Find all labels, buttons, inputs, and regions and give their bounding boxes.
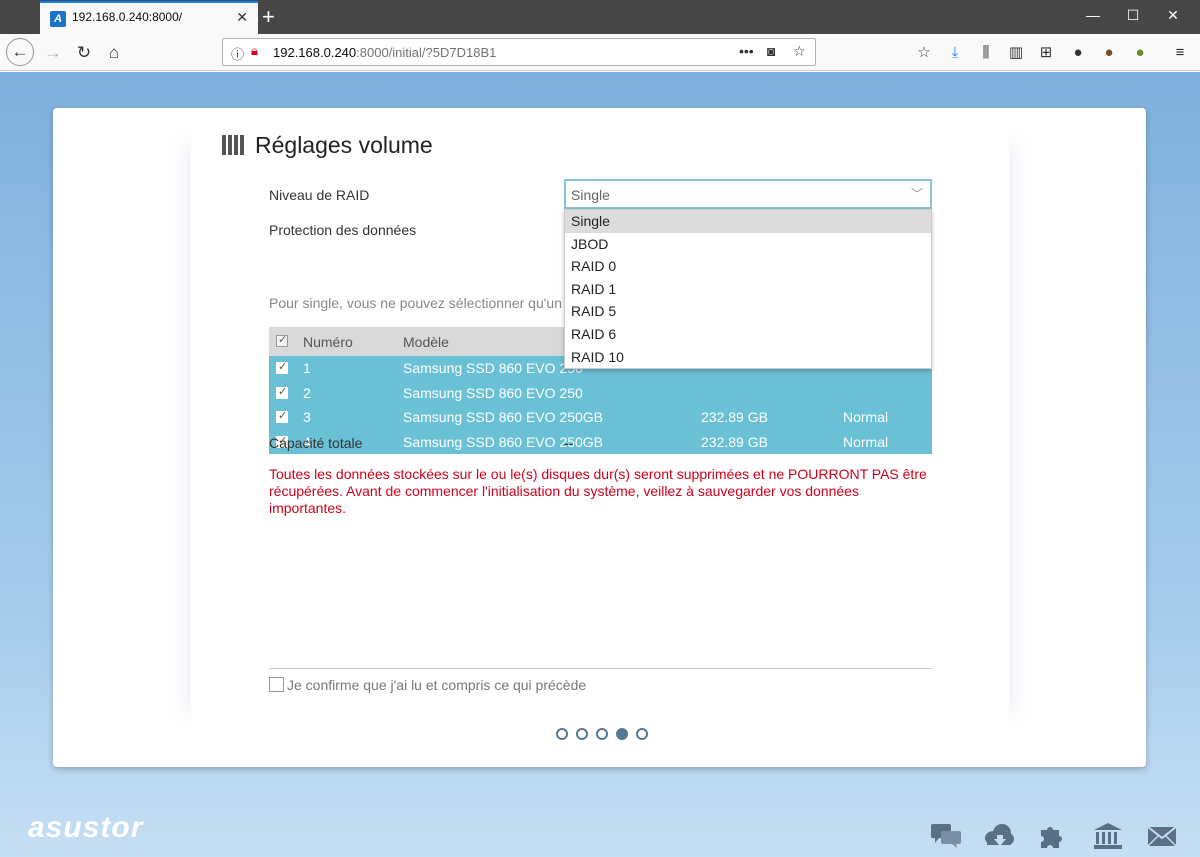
disk-size: 232.89 GB — [701, 433, 768, 450]
disk-checkbox[interactable] — [276, 385, 288, 399]
disk-checkbox[interactable] — [276, 360, 288, 374]
raid-option-jbod[interactable]: JBOD — [565, 233, 931, 256]
minimize-icon[interactable]: — — [1083, 7, 1103, 23]
step-dot[interactable] — [556, 728, 568, 740]
warning-line: récupérées. Avant de commencer l'initial… — [269, 483, 859, 516]
confirm-checkbox[interactable] — [269, 677, 284, 692]
disk-checkbox[interactable] — [276, 409, 288, 423]
new-tab-icon[interactable]: + — [262, 4, 275, 30]
disk-number: 2 — [303, 384, 311, 401]
browser-navbar: ← → ↻ ⌂ ⓘ 🔒︎ 192.168.0.240:8000/initial/… — [0, 34, 1200, 71]
step-indicator — [556, 728, 648, 740]
raid-option-raid1[interactable]: RAID 1 — [565, 278, 931, 301]
sidebar-icon[interactable]: ▥ — [1006, 43, 1026, 63]
more-icon[interactable]: ••• — [739, 43, 754, 59]
extension-icon[interactable]: ● — [1068, 43, 1088, 63]
browser-titlebar: A 192.168.0.240:8000/ ✕ + — ☐ ✕ — [0, 0, 1200, 34]
cloud-download-icon[interactable] — [983, 822, 1015, 850]
info-icon[interactable]: ⓘ — [231, 44, 244, 63]
raid-level-label: Niveau de RAID — [269, 187, 370, 203]
raid-option-raid6[interactable]: RAID 6 — [565, 323, 931, 346]
raid-option-raid0[interactable]: RAID 0 — [565, 255, 931, 278]
disk-status: Normal — [843, 409, 889, 425]
table-row[interactable]: 2 Samsung SSD 860 EVO 250 — [269, 380, 932, 405]
page-title: Réglages volume — [255, 132, 433, 158]
back-icon[interactable]: ← — [6, 38, 34, 66]
url-host: 192.168.0.240 — [273, 45, 357, 60]
step-dot[interactable] — [636, 728, 648, 740]
url-text[interactable]: 192.168.0.240:8000/initial/?5D7D18B1 — [273, 45, 496, 60]
raid-option-single[interactable]: Single — [565, 210, 931, 233]
profile-icon[interactable]: ● — [1099, 43, 1119, 63]
step-dot-active[interactable] — [616, 728, 628, 740]
reader-icon[interactable]: ☆ — [914, 43, 934, 63]
reload-icon[interactable]: ↻ — [71, 40, 97, 66]
disk-model: Samsung SSD 860 EVO 250 — [403, 384, 583, 401]
column-number: Numéro — [303, 334, 353, 350]
warning-text: Toutes les données stockées sur le ou le… — [269, 466, 929, 517]
url-path: :8000/initial/?5D7D18B1 — [356, 45, 497, 60]
raid-level-select[interactable]: Single ﹀ — [564, 179, 932, 209]
step-dot[interactable] — [596, 728, 608, 740]
mail-icon[interactable] — [1146, 822, 1178, 850]
library-icon[interactable]: ⫼ — [976, 43, 996, 63]
favicon-icon: A — [50, 11, 66, 27]
disk-number: 3 — [303, 409, 311, 425]
download-icon[interactable]: ⤓ — [945, 43, 965, 63]
column-model: Modèle — [403, 334, 449, 350]
total-capacity-label: Capacité totale — [269, 435, 363, 451]
home-icon[interactable]: ⌂ — [101, 40, 127, 66]
select-all-checkbox[interactable] — [276, 333, 288, 347]
forward-icon[interactable]: → — [40, 40, 66, 66]
raid-option-raid5[interactable]: RAID 5 — [565, 300, 931, 323]
total-capacity-value: -- — [564, 435, 574, 451]
disk-status: Normal — [843, 433, 889, 450]
raid-option-raid10[interactable]: RAID 10 — [565, 346, 931, 369]
puzzle-icon[interactable] — [1037, 822, 1069, 850]
raid-level-value: Single — [571, 187, 610, 203]
maximize-icon[interactable]: ☐ — [1123, 7, 1143, 24]
disk-model: Samsung SSD 860 EVO 250 — [403, 360, 583, 376]
warning-line: Toutes les données stockées sur le ou le… — [269, 466, 927, 482]
disk-size: 232.89 GB — [701, 409, 768, 425]
disk-model: Samsung SSD 860 EVO 250GB — [403, 409, 603, 425]
menu-icon[interactable]: ≡ — [1170, 43, 1190, 63]
insecure-lock-icon[interactable]: 🔒︎ — [251, 43, 258, 59]
disk-number: 1 — [303, 360, 311, 376]
chat-icon[interactable] — [930, 822, 962, 850]
table-row[interactable]: 4 Samsung SSD 860 EVO 250GB 232.89 GB No… — [269, 429, 932, 454]
data-protection-label: Protection des données — [269, 222, 417, 238]
asustor-logo: asustor — [28, 811, 144, 844]
close-tab-icon[interactable]: ✕ — [236, 9, 248, 26]
step-dot[interactable] — [576, 728, 588, 740]
extension-icon[interactable]: ● — [1130, 43, 1150, 63]
raid-level-dropdown[interactable]: Single JBOD RAID 0 RAID 1 RAID 5 RAID 6 … — [564, 209, 932, 370]
tab-title: 192.168.0.240:8000/ — [72, 10, 183, 24]
divider — [269, 668, 932, 669]
bookmark-star-icon[interactable]: ☆ — [793, 43, 806, 60]
bank-icon[interactable] — [1092, 822, 1124, 850]
confirm-label[interactable]: Je confirme que j'ai lu et compris ce qu… — [287, 677, 586, 693]
pocket-icon[interactable]: ◙ — [767, 43, 775, 59]
table-row[interactable]: 3 Samsung SSD 860 EVO 250GB 232.89 GB No… — [269, 405, 932, 430]
chevron-down-icon: ﹀ — [910, 187, 923, 201]
window-close-icon[interactable]: ✕ — [1163, 7, 1183, 24]
raid-hint-text: Pour single, vous ne pouvez sélectionner… — [269, 295, 581, 311]
url-bar[interactable]: ⓘ 🔒︎ 192.168.0.240:8000/initial/?5D7D18B… — [222, 38, 816, 66]
setup-card: Réglages volume Niveau de RAID Single ﹀ … — [53, 108, 1146, 767]
page-background: Réglages volume Niveau de RAID Single ﹀ … — [0, 72, 1200, 857]
volume-icon — [222, 135, 245, 155]
browser-tab[interactable]: A 192.168.0.240:8000/ ✕ — [40, 1, 258, 34]
extension-icon[interactable]: ⊞ — [1036, 43, 1056, 63]
